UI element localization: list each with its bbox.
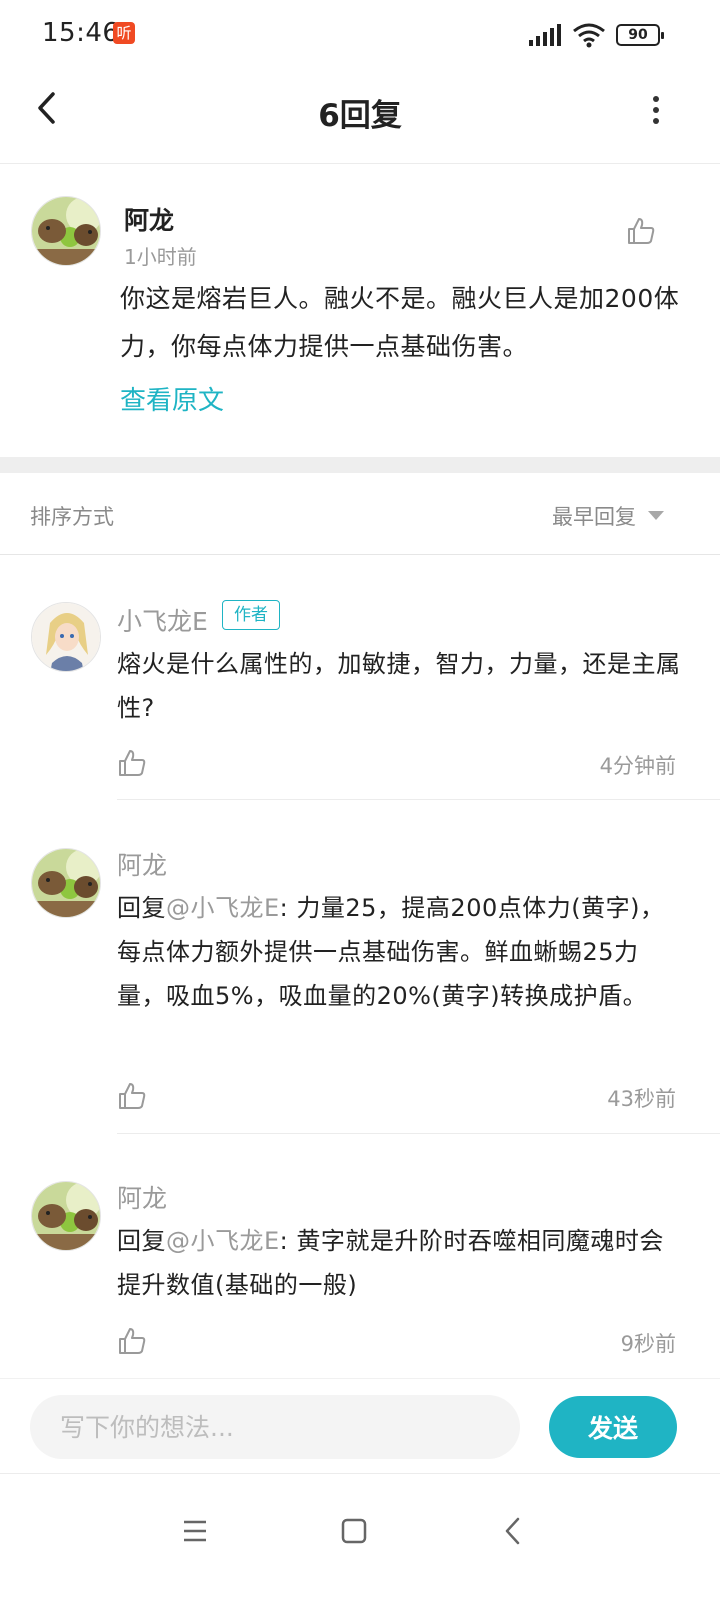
menu-icon[interactable] xyxy=(175,1511,215,1551)
mention-link[interactable]: @小飞龙E xyxy=(166,1227,280,1255)
divider xyxy=(117,799,720,800)
reply-body: 回复@小飞龙E: 黄字就是升阶时吞噬相同魔魂时会提升数值(基础的一般) xyxy=(117,1219,682,1307)
post-body: 你这是熔岩巨人。融火不是。融火巨人是加200体力，你每点体力提供一点基础伤害。 xyxy=(120,284,680,361)
avatar[interactable] xyxy=(31,602,101,672)
reply-body: 回复@小飞龙E: 力量25，提高200点体力(黄字)，每点体力额外提供一点基础伤… xyxy=(117,886,682,1018)
reply-author[interactable]: 阿龙 xyxy=(117,1179,167,1215)
square-home-icon[interactable] xyxy=(334,1511,374,1551)
section-divider xyxy=(0,457,720,473)
signal-icon xyxy=(529,24,561,46)
system-nav-bar xyxy=(0,1475,720,1600)
reply-time: 43秒前 xyxy=(607,1087,676,1111)
more-vertical-icon[interactable] xyxy=(644,92,668,128)
wifi-icon xyxy=(573,23,605,48)
status-time: 15:46 xyxy=(42,18,120,48)
status-indicators: 90 xyxy=(528,22,664,48)
author-badge: 作者 xyxy=(222,600,280,630)
app-notification-icon: 听 xyxy=(113,22,135,44)
battery-icon: 90 xyxy=(616,24,664,46)
view-original-link[interactable]: 查看原文 xyxy=(120,380,224,417)
status-bar: 15:46 听 90 xyxy=(0,0,720,70)
post-author[interactable]: 阿龙 xyxy=(124,201,174,237)
reply-prefix: 回复 xyxy=(117,894,166,922)
send-button[interactable]: 发送 xyxy=(549,1396,677,1458)
divider xyxy=(117,1133,720,1134)
anime-girl-avatar-icon xyxy=(32,603,100,671)
caret-down-icon[interactable] xyxy=(648,511,664,520)
monkey-avatar-icon xyxy=(32,197,100,265)
comment-input-bar: 发送 xyxy=(0,1378,720,1474)
post-time: 1小时前 xyxy=(124,245,197,269)
page-title: 6回复 xyxy=(318,98,402,134)
thumb-up-icon[interactable] xyxy=(117,748,147,778)
reply-time: 4分钟前 xyxy=(599,754,676,778)
thumb-up-icon[interactable] xyxy=(117,1081,147,1111)
avatar[interactable] xyxy=(31,848,101,918)
avatar[interactable] xyxy=(31,196,101,266)
reply-time: 9秒前 xyxy=(620,1332,676,1356)
thumb-up-icon[interactable] xyxy=(117,1326,147,1356)
avatar[interactable] xyxy=(31,1181,101,1251)
monkey-avatar-icon xyxy=(32,1182,100,1250)
comment-input[interactable] xyxy=(30,1395,520,1459)
reply-body: 熔火是什么属性的，加敏捷，智力，力量，还是主属性? xyxy=(117,650,681,722)
original-comment: 阿龙 1小时前 你这是熔岩巨人。融火不是。融火巨人是加200体力，你每点体力提供… xyxy=(0,165,720,457)
sort-bar: 排序方式 最早回复 xyxy=(0,473,720,555)
reply-item: 阿龙 回复@小飞龙E: 黄字就是升阶时吞噬相同魔魂时会提升数值(基础的一般) 9… xyxy=(0,1181,720,1371)
reply-item: 小飞龙E 作者 熔火是什么属性的，加敏捷，智力，力量，还是主属性? 4分钟前 xyxy=(0,600,720,800)
reply-author[interactable]: 阿龙 xyxy=(117,846,167,882)
reply-prefix: 回复 xyxy=(117,1227,166,1255)
reply-item: 阿龙 回复@小飞龙E: 力量25，提高200点体力(黄字)，每点体力额外提供一点… xyxy=(0,848,720,1134)
back-triangle-icon[interactable] xyxy=(494,1511,534,1551)
sort-dropdown[interactable]: 最早回复 xyxy=(552,501,636,531)
top-nav-bar: 6回复 xyxy=(0,70,720,164)
thumb-up-icon[interactable] xyxy=(626,216,656,246)
monkey-avatar-icon xyxy=(32,849,100,917)
reply-author[interactable]: 小飞龙E xyxy=(117,602,208,638)
mention-link[interactable]: @小飞龙E xyxy=(166,894,280,922)
sort-label: 排序方式 xyxy=(30,505,114,529)
